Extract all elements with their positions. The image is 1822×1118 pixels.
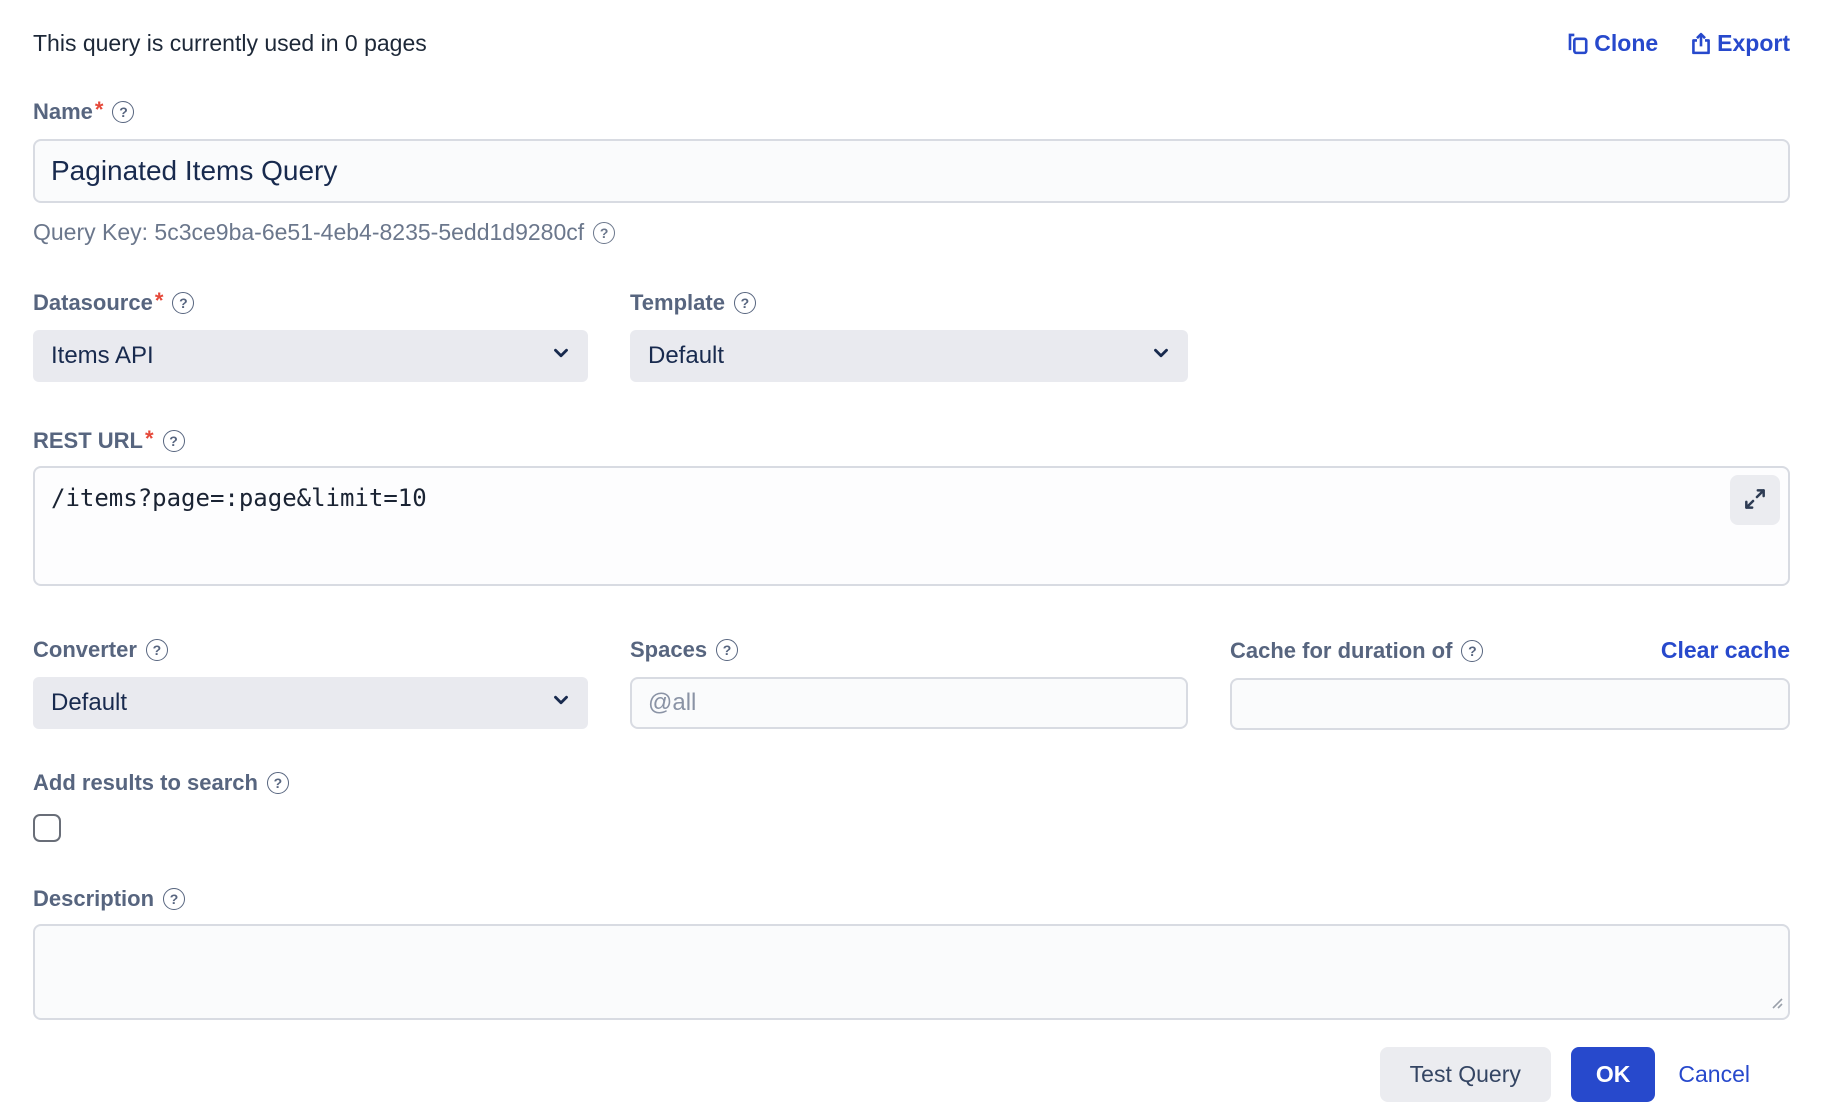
expand-editor-button[interactable] bbox=[1730, 475, 1780, 525]
ok-button[interactable]: OK bbox=[1571, 1047, 1656, 1102]
chevron-down-icon bbox=[550, 689, 572, 718]
clone-button[interactable]: Clone bbox=[1565, 30, 1658, 57]
cache-section: Cache for duration of ? Clear cache bbox=[1230, 637, 1790, 730]
name-section: Name* ? Query Key: 5c3ce9ba-6e51-4eb4-82… bbox=[33, 99, 1790, 246]
datasource-section: Datasource* ? Items API bbox=[33, 290, 588, 382]
chevron-down-icon bbox=[1150, 342, 1172, 371]
datasource-label: Datasource* bbox=[33, 290, 163, 316]
chevron-down-icon bbox=[550, 342, 572, 371]
topbar-actions: Clone Export bbox=[1565, 30, 1790, 57]
description-help-icon[interactable]: ? bbox=[163, 888, 185, 910]
clear-cache-link[interactable]: Clear cache bbox=[1661, 637, 1790, 664]
converter-spaces-cache-row: Converter ? Default Spaces ? bbox=[33, 637, 1790, 730]
add-results-section: Add results to search ? bbox=[33, 770, 1790, 842]
template-selected-value: Default bbox=[648, 342, 724, 370]
datasource-selected-value: Items API bbox=[51, 342, 154, 370]
required-marker: * bbox=[145, 426, 154, 451]
description-label: Description bbox=[33, 886, 154, 912]
name-input[interactable] bbox=[33, 139, 1790, 203]
converter-section: Converter ? Default bbox=[33, 637, 588, 730]
rest-url-label: REST URL* bbox=[33, 428, 154, 454]
name-label: Name* bbox=[33, 99, 103, 125]
add-results-label: Add results to search bbox=[33, 770, 258, 796]
spaces-input[interactable] bbox=[630, 677, 1188, 729]
usage-note: This query is currently used in 0 pages bbox=[33, 30, 427, 57]
export-icon bbox=[1688, 31, 1714, 57]
query-key-help-icon[interactable]: ? bbox=[593, 222, 615, 244]
description-textarea[interactable] bbox=[33, 924, 1790, 1020]
spaces-label: Spaces bbox=[630, 637, 707, 663]
export-label: Export bbox=[1717, 30, 1790, 57]
template-label: Template bbox=[630, 290, 725, 316]
converter-label: Converter bbox=[33, 637, 137, 663]
template-select[interactable]: Default bbox=[630, 330, 1188, 382]
description-section: Description ? bbox=[33, 886, 1790, 1025]
required-marker: * bbox=[155, 288, 164, 313]
cancel-button[interactable]: Cancel bbox=[1678, 1061, 1750, 1088]
template-section: Template ? Default bbox=[630, 290, 1188, 382]
name-help-icon[interactable]: ? bbox=[112, 101, 134, 123]
add-results-checkbox[interactable] bbox=[33, 814, 61, 842]
query-editor-form: This query is currently used in 0 pages … bbox=[0, 0, 1822, 1102]
cache-label: Cache for duration of bbox=[1230, 638, 1452, 664]
spaces-help-icon[interactable]: ? bbox=[716, 639, 738, 661]
datasource-select[interactable]: Items API bbox=[33, 330, 588, 382]
query-key-text: Query Key: 5c3ce9ba-6e51-4eb4-8235-5edd1… bbox=[33, 219, 584, 246]
spaces-section: Spaces ? bbox=[630, 637, 1188, 730]
cache-help-icon[interactable]: ? bbox=[1461, 640, 1483, 662]
cache-duration-input[interactable] bbox=[1230, 678, 1790, 730]
query-key-row: Query Key: 5c3ce9ba-6e51-4eb4-8235-5edd1… bbox=[33, 219, 1790, 246]
template-help-icon[interactable]: ? bbox=[734, 292, 756, 314]
required-marker: * bbox=[95, 97, 104, 122]
export-button[interactable]: Export bbox=[1688, 30, 1790, 57]
expand-icon bbox=[1742, 486, 1768, 515]
clone-label: Clone bbox=[1594, 30, 1658, 57]
datasource-template-row: Datasource* ? Items API Template ? Defau… bbox=[33, 290, 1790, 382]
converter-help-icon[interactable]: ? bbox=[146, 639, 168, 661]
rest-url-textarea[interactable]: /items?page=:page&limit=10 bbox=[33, 466, 1790, 586]
converter-select[interactable]: Default bbox=[33, 677, 588, 729]
footer-actions: Test Query OK Cancel bbox=[33, 1047, 1790, 1102]
test-query-button[interactable]: Test Query bbox=[1380, 1047, 1551, 1102]
clone-icon bbox=[1565, 31, 1591, 57]
add-results-help-icon[interactable]: ? bbox=[267, 772, 289, 794]
rest-url-help-icon[interactable]: ? bbox=[163, 430, 185, 452]
rest-url-section: REST URL* ? /items?page=:page&limit=10 bbox=[33, 428, 1790, 591]
converter-selected-value: Default bbox=[51, 689, 127, 717]
topbar: This query is currently used in 0 pages … bbox=[33, 30, 1790, 57]
datasource-help-icon[interactable]: ? bbox=[172, 292, 194, 314]
